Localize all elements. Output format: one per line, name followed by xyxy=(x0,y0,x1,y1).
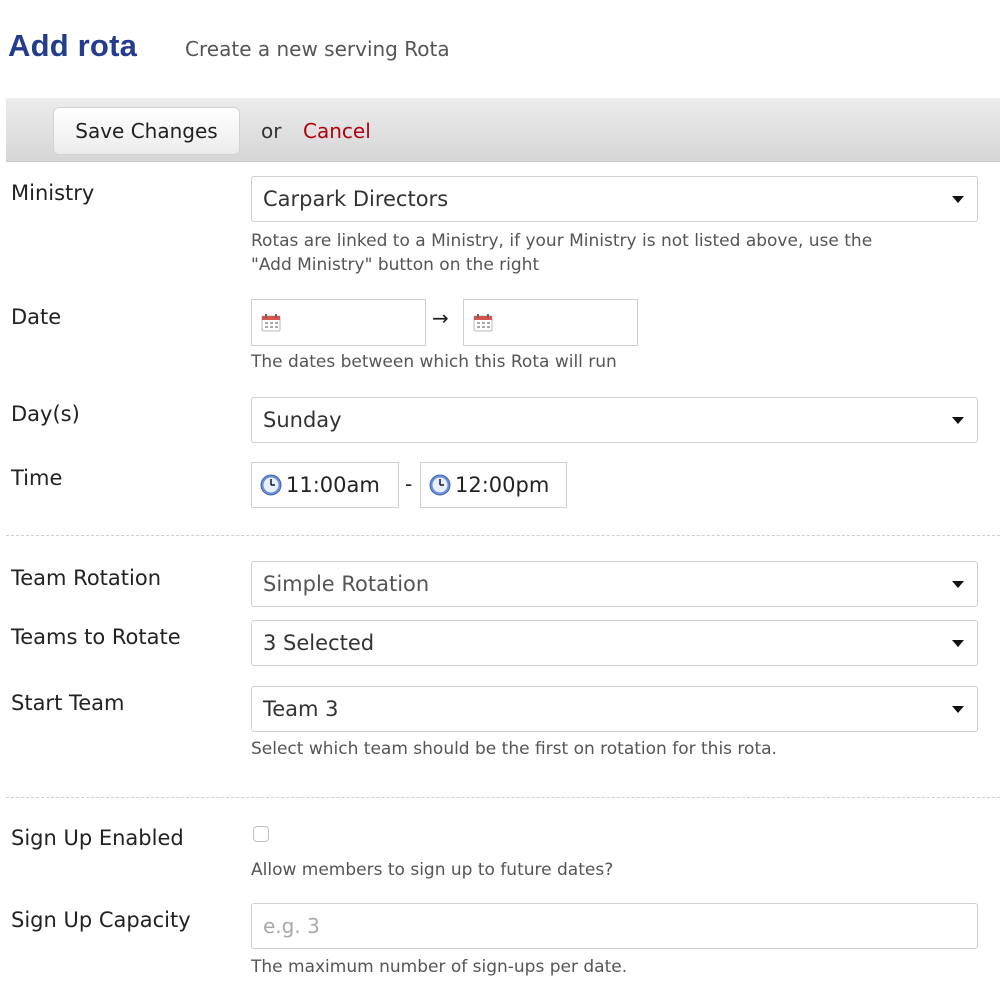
ministry-help-line1: Rotas are linked to a Ministry, if your … xyxy=(251,231,873,251)
ministry-select-value: Carpark Directors xyxy=(263,187,449,211)
ministry-label: Ministry xyxy=(11,181,95,205)
signup-enabled-label: Sign Up Enabled xyxy=(11,826,184,850)
ministry-help-line2: "Add Ministry" button on the right xyxy=(251,255,540,275)
or-text: or xyxy=(261,119,282,143)
days-label: Day(s) xyxy=(11,402,80,426)
save-changes-button[interactable]: Save Changes xyxy=(53,107,240,155)
ministry-select[interactable]: Carpark Directors xyxy=(251,176,978,222)
signup-enabled-help: Allow members to sign up to future dates… xyxy=(251,860,614,880)
date-range-arrow: → xyxy=(432,306,449,330)
start-date-input[interactable] xyxy=(251,299,426,346)
end-time-input[interactable]: 12:00pm xyxy=(420,462,567,508)
time-label: Time xyxy=(11,466,63,490)
chevron-down-icon xyxy=(952,196,964,203)
section-divider xyxy=(6,797,1000,798)
date-label: Date xyxy=(11,305,62,329)
form-toolbar: Save Changes or Cancel xyxy=(6,98,1000,162)
start-time-input[interactable]: 11:00am xyxy=(251,462,399,508)
calendar-icon xyxy=(261,314,281,336)
team-rotation-select[interactable]: Simple Rotation xyxy=(251,561,978,607)
start-team-label: Start Team xyxy=(11,691,125,715)
chevron-down-icon xyxy=(952,706,964,713)
page-subtitle: Create a new serving Rota xyxy=(185,37,450,61)
end-date-input[interactable] xyxy=(463,299,638,346)
signup-capacity-input[interactable] xyxy=(251,903,978,949)
teams-to-rotate-value: 3 Selected xyxy=(263,631,375,655)
signup-capacity-label: Sign Up Capacity xyxy=(11,908,191,932)
end-time-value: 12:00pm xyxy=(455,473,550,497)
clock-icon xyxy=(429,474,451,496)
chevron-down-icon xyxy=(952,417,964,424)
time-range-separator: - xyxy=(405,472,413,496)
date-help: The dates between which this Rota will r… xyxy=(251,352,617,372)
start-team-help: Select which team should be the first on… xyxy=(251,739,777,759)
start-team-select[interactable]: Team 3 xyxy=(251,686,978,732)
team-rotation-label: Team Rotation xyxy=(11,566,162,590)
ministry-help: Rotas are linked to a Ministry, if your … xyxy=(251,229,872,277)
signup-enabled-checkbox[interactable] xyxy=(253,826,269,842)
cancel-link[interactable]: Cancel xyxy=(303,119,371,143)
signup-capacity-help: The maximum number of sign-ups per date. xyxy=(251,957,628,977)
teams-to-rotate-select[interactable]: 3 Selected xyxy=(251,620,978,666)
chevron-down-icon xyxy=(952,640,964,647)
section-divider xyxy=(6,535,1000,536)
days-select-value: Sunday xyxy=(263,408,342,432)
start-time-value: 11:00am xyxy=(286,473,380,497)
chevron-down-icon xyxy=(952,581,964,588)
days-select[interactable]: Sunday xyxy=(251,397,978,443)
team-rotation-value: Simple Rotation xyxy=(263,572,430,596)
start-team-value: Team 3 xyxy=(263,697,339,721)
page-header: Add rota Create a new serving Rota xyxy=(8,28,450,68)
teams-to-rotate-label: Teams to Rotate xyxy=(11,625,181,649)
calendar-icon xyxy=(473,314,493,336)
page-title: Add rota xyxy=(8,28,138,63)
clock-icon xyxy=(260,474,282,496)
